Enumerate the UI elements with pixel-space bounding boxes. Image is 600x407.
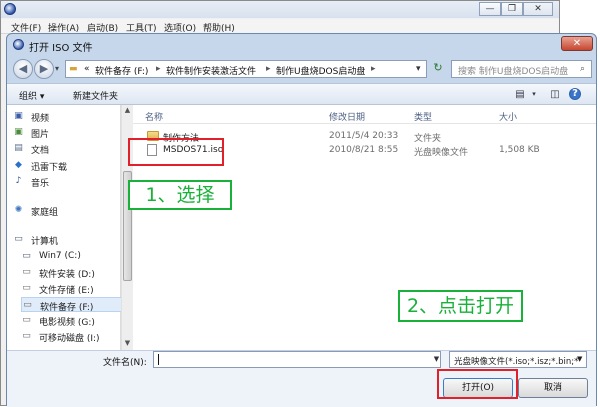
header-divider	[133, 123, 596, 124]
restore-button[interactable]: ❐	[501, 2, 523, 16]
sidebar-item[interactable]: ♪ 音乐	[13, 174, 117, 189]
homegroup-icon: ✺	[14, 205, 23, 215]
sidebar-item-label: 软件安装 (D:)	[39, 270, 95, 280]
dialog-title-bar: 打开 ISO 文件 ✕	[7, 34, 596, 56]
breadcrumb-separator[interactable]: ▸	[156, 64, 161, 74]
help-icon[interactable]: ?	[569, 88, 581, 100]
dialog-title: 打开 ISO 文件	[29, 43, 93, 54]
cancel-button[interactable]: 取消	[518, 378, 588, 398]
back-button[interactable]: ◀	[13, 59, 33, 79]
filename-dropdown-icon[interactable]: ▼	[432, 353, 441, 366]
sidebar-item-label: 电影视频 (G:)	[39, 318, 95, 328]
step2-annotation: 2、点击打开	[398, 290, 523, 322]
sidebar-item[interactable]: ▣ 视频	[13, 109, 117, 124]
close-button[interactable]: ✕	[523, 2, 553, 16]
refresh-icon[interactable]: ↻	[430, 60, 446, 78]
sidebar-item-label: 文档	[31, 146, 50, 156]
sidebar-item[interactable]: ▤ 文档	[13, 141, 117, 156]
sidebar-item-label: 家庭组	[31, 208, 59, 218]
drive-icon: ▭	[22, 267, 31, 277]
filetype-select[interactable]: 光盘映像文件(*.iso;*.isz;*.bin;* ▼	[449, 351, 587, 368]
sidebar-item[interactable]: ◆ 迅雷下载	[13, 158, 117, 173]
sidebar-item[interactable]: ▭ 软件备存 (F:)	[21, 297, 125, 313]
file-type: 光盘映像文件	[414, 148, 469, 158]
system-drive-icon: ▭	[22, 251, 31, 261]
preview-pane-icon[interactable]: ◫	[548, 88, 562, 101]
sidebar-item-label: 软件备存 (F:)	[40, 303, 94, 313]
minimize-button[interactable]: —	[479, 2, 501, 16]
sidebar-item-label: 文件存储 (E:)	[39, 286, 94, 296]
column-name[interactable]: 名称	[145, 110, 163, 123]
filetype-dropdown-icon[interactable]: ▼	[577, 355, 582, 363]
column-size[interactable]: 大小	[499, 110, 517, 123]
open-button-highlight-box	[437, 369, 518, 399]
music-icon: ♪	[15, 176, 22, 186]
sidebar-item[interactable]: ▭ 软件安装 (D:)	[21, 265, 125, 280]
breadcrumb-folder[interactable]: 软件制作安装激活文件	[166, 64, 256, 77]
computer-icon: ▭	[14, 234, 23, 244]
sidebar-item-label: Win7 (C:)	[39, 251, 81, 261]
organize-button[interactable]: 组织 ▾	[19, 89, 44, 102]
sidebar-item-label: 计算机	[31, 237, 59, 247]
filename-input[interactable]	[153, 351, 441, 368]
address-prefix[interactable]: «	[84, 64, 90, 74]
file-modified: 2011/5/4 20:33	[329, 131, 399, 141]
view-dropdown-icon[interactable]: ▾	[527, 88, 541, 101]
drive-icon: ▭	[22, 315, 31, 325]
history-dropdown-icon[interactable]: ▾	[55, 64, 59, 73]
video-icon: ▣	[14, 111, 23, 121]
forward-button[interactable]: ▶	[34, 59, 54, 79]
download-icon: ◆	[15, 160, 22, 170]
new-folder-button[interactable]: 新建文件夹	[73, 89, 118, 102]
sidebar-item[interactable]: ▭ 电影视频 (G:)	[21, 313, 125, 328]
navigation-pane: ▣ 视频 ▣ 图片 ▤ 文档 ◆ 迅雷下载 ♪ 音乐 ✺ 家庭组 ▭ 计算机 ▭ Win7 (C:) ▭ 软件安装…	[7, 105, 125, 350]
file-modified: 2010/8/21 8:55	[329, 145, 399, 155]
open-iso-dialog: 打开 ISO 文件 ✕ ◀ ▶ ▾ ▬ « 软件备存 (F:) ▸ 软件制作安装…	[6, 33, 597, 407]
sidebar-item[interactable]: ▭ 计算机	[13, 232, 117, 247]
sidebar-item-label: 可移动磁盘 (I:)	[39, 334, 100, 344]
app-logo-icon	[4, 3, 16, 15]
sidebar-item[interactable]: ▣ 图片	[13, 125, 117, 140]
address-dropdown-icon[interactable]: ▾	[416, 64, 421, 74]
address-bar[interactable]: ▬ « 软件备存 (F:) ▸ 软件制作安装激活文件 ▸ 制作U盘烧DOS启动盘…	[65, 60, 427, 78]
command-toolbar: 组织 ▾ 新建文件夹 ▤ ▾ ◫ ?	[7, 83, 596, 105]
sidebar-item[interactable]: ▭ Win7 (C:)	[21, 249, 125, 264]
file-size: 1,508 KB	[499, 145, 540, 155]
removable-drive-icon: ▭	[22, 331, 31, 341]
sidebar-item-label: 视频	[31, 114, 50, 124]
background-title-bar: — ❐ ✕	[1, 1, 559, 18]
breadcrumb-drive[interactable]: 软件备存 (F:)	[95, 64, 148, 77]
column-modified[interactable]: 修改日期	[329, 110, 365, 123]
menu-bar: 文件(F) 操作(A) 启动(B) 工具(T) 选项(O) 帮助(H)	[1, 19, 559, 34]
sidebar-item[interactable]: ✺ 家庭组	[13, 203, 117, 218]
sidebar-item[interactable]: ▭ 文件存储 (E:)	[21, 281, 125, 296]
breadcrumb-separator[interactable]: ▸	[266, 64, 271, 74]
drive-icon: ▭	[23, 300, 32, 310]
filename-label: 文件名(N):	[103, 358, 147, 368]
scroll-up-icon[interactable]: ▲	[123, 106, 132, 115]
step1-annotation: 1、选择	[128, 180, 232, 210]
document-icon: ▤	[14, 143, 23, 153]
search-box[interactable]: 搜索 制作U盘烧DOS启动盘 ⌕	[451, 60, 592, 78]
scroll-down-icon[interactable]: ▼	[123, 339, 132, 348]
dialog-app-icon	[13, 39, 24, 50]
breadcrumb-current[interactable]: 制作U盘烧DOS启动盘	[276, 64, 365, 77]
picture-icon: ▣	[14, 127, 23, 137]
filetype-value: 光盘映像文件(*.iso;*.isz;*.bin;*	[454, 357, 579, 367]
search-icon[interactable]: ⌕	[580, 64, 585, 74]
drive-icon: ▭	[22, 283, 31, 293]
sidebar-item-label: 图片	[31, 130, 50, 140]
dialog-close-button[interactable]: ✕	[561, 36, 593, 51]
file-highlight-box	[128, 138, 224, 166]
breadcrumb-separator[interactable]: ▸	[371, 64, 376, 74]
sidebar-item-label: 迅雷下载	[31, 163, 68, 173]
view-options-icon[interactable]: ▤	[513, 88, 527, 101]
search-input[interactable]: 搜索 制作U盘烧DOS启动盘	[458, 64, 568, 77]
column-type[interactable]: 类型	[414, 110, 432, 123]
sidebar-item-label: 音乐	[31, 179, 50, 189]
folder-icon: ▬	[69, 64, 78, 74]
address-row: ◀ ▶ ▾ ▬ « 软件备存 (F:) ▸ 软件制作安装激活文件 ▸ 制作U盘烧…	[7, 56, 596, 83]
sidebar-item[interactable]: ▭ 可移动磁盘 (I:)	[21, 329, 125, 344]
